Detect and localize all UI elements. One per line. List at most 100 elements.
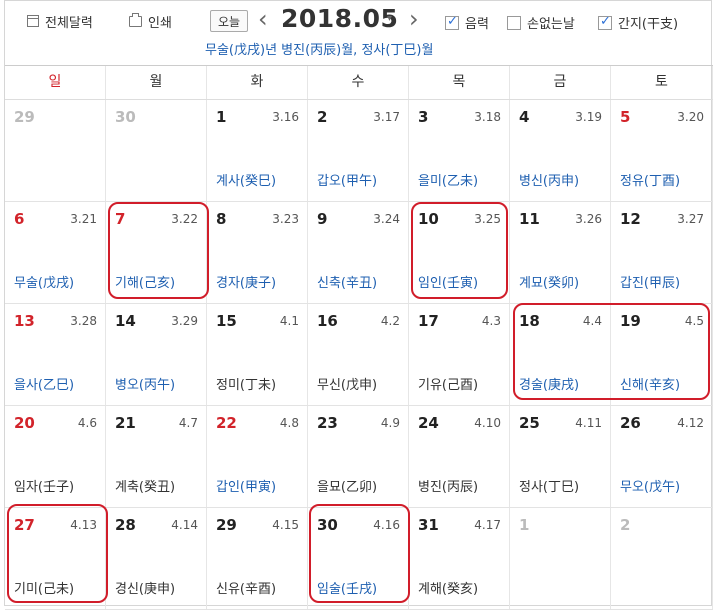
lunar-date: 3.22 xyxy=(171,212,198,226)
day-cell[interactable]: 10 3.25 임인(壬寅) xyxy=(409,202,510,303)
weekday-header: 토 xyxy=(611,66,713,99)
day-cell[interactable]: 9 3.24 신축(辛丑) xyxy=(308,202,409,303)
sonless-day-checkbox[interactable] xyxy=(507,15,521,30)
day-number: 5 xyxy=(620,108,631,126)
day-cell[interactable]: 17 4.3 기유(己酉) xyxy=(409,304,510,405)
lunar-date: 4.7 xyxy=(178,416,198,430)
day-cell[interactable]: 24 4.10 병진(丙辰) xyxy=(409,406,510,507)
lunar-date: 3.18 xyxy=(474,110,501,124)
day-cell[interactable]: 19 4.5 신해(辛亥) xyxy=(611,304,713,405)
today-button[interactable]: 오늘 xyxy=(210,10,248,32)
day-ganji: 무술(戊戌) xyxy=(14,276,75,291)
day-cell[interactable]: 13 3.28 을사(乙巳) xyxy=(5,304,106,405)
lunar-date: 3.27 xyxy=(677,212,704,226)
day-cell[interactable]: 20 4.6 임자(壬子) xyxy=(5,406,106,507)
calendar-toolbar: 전체달력 인쇄 오늘 ‹ 2018.05 ▾ › 음력 손없는날 간지(干支) … xyxy=(5,1,713,65)
day-cell[interactable]: 22 4.8 갑인(甲寅) xyxy=(207,406,308,507)
day-cell[interactable]: 12 3.27 갑진(甲辰) xyxy=(611,202,713,303)
lunar-date: 4.11 xyxy=(575,416,602,430)
day-ganji: 신해(辛亥) xyxy=(620,378,681,393)
day-cell[interactable]: 29 xyxy=(5,100,106,201)
week-row: 29 30 1 3.16 계사(癸巳) 2 3.17 갑오(甲午) 3 3.18 을미(乙未) 4 3.… xyxy=(5,100,713,202)
day-cell[interactable]: 15 4.1 정미(丁未) xyxy=(207,304,308,405)
print-button[interactable]: 인쇄 xyxy=(129,11,172,31)
day-ganji: 갑진(甲辰) xyxy=(620,276,681,291)
day-cell[interactable]: 18 4.4 경술(庚戌) xyxy=(510,304,611,405)
day-number: 7 xyxy=(115,210,126,228)
full-calendar-button[interactable]: 전체달력 xyxy=(27,11,93,31)
lunar-date: 3.21 xyxy=(70,212,97,226)
lunar-date: 3.28 xyxy=(70,314,97,328)
lunar-date: 4.1 xyxy=(279,314,299,328)
year-month-ganji-text: 무술(戊戌)년 병진(丙辰)월, 정사(丁巳)월 xyxy=(205,43,434,58)
day-ganji: 경자(庚子) xyxy=(216,276,277,291)
day-ganji: 신축(辛丑) xyxy=(317,276,378,291)
day-ganji: 무오(戊午) xyxy=(620,480,681,495)
day-number: 1 xyxy=(216,108,227,126)
lunar-date: 4.3 xyxy=(481,314,501,328)
day-cell[interactable]: 6 3.21 무술(戊戌) xyxy=(5,202,106,303)
month-dropdown-caret-icon[interactable]: ▾ xyxy=(387,13,392,24)
lunar-date: 4.10 xyxy=(474,416,501,430)
day-ganji: 신유(辛酉) xyxy=(216,582,277,597)
lunar-checkbox[interactable] xyxy=(445,14,459,30)
day-ganji: 계축(癸丑) xyxy=(115,480,176,495)
lunar-date: 3.20 xyxy=(677,110,704,124)
day-number: 19 xyxy=(620,312,641,330)
day-cell[interactable]: 31 4.17 계해(癸亥) xyxy=(409,508,510,609)
day-number: 10 xyxy=(418,210,439,228)
lunar-option[interactable]: 음력 xyxy=(445,13,489,32)
day-cell[interactable]: 27 4.13 기미(己未) xyxy=(5,508,106,609)
day-cell[interactable]: 1 3.16 계사(癸巳) xyxy=(207,100,308,201)
day-cell[interactable]: 5 3.20 정유(丁酉) xyxy=(611,100,713,201)
day-ganji: 을사(乙巳) xyxy=(14,378,75,393)
day-cell[interactable]: 29 4.15 신유(辛酉) xyxy=(207,508,308,609)
day-ganji: 임자(壬子) xyxy=(14,480,75,495)
day-cell[interactable]: 21 4.7 계축(癸丑) xyxy=(106,406,207,507)
day-cell[interactable]: 16 4.2 무신(戊申) xyxy=(308,304,409,405)
day-ganji: 무신(戊申) xyxy=(317,378,378,393)
day-cell[interactable]: 7 3.22 기해(己亥) xyxy=(106,202,207,303)
day-cell[interactable]: 28 4.14 경신(庚申) xyxy=(106,508,207,609)
lunar-date: 4.13 xyxy=(70,518,97,532)
day-cell[interactable]: 1 xyxy=(510,508,611,609)
ganji-option[interactable]: 간지(干支) xyxy=(598,13,678,32)
day-cell[interactable]: 2 3.17 갑오(甲午) xyxy=(308,100,409,201)
week-row: 27 4.13 기미(己未) 28 4.14 경신(庚申) 29 4.15 신유(辛酉) 30 4.… xyxy=(5,508,713,610)
day-ganji: 병진(丙辰) xyxy=(418,480,479,495)
day-cell[interactable]: 4 3.19 병신(丙申) xyxy=(510,100,611,201)
day-ganji: 기해(己亥) xyxy=(115,276,176,291)
sonless-day-option[interactable]: 손없는날 xyxy=(507,13,575,32)
weekday-header-row: 일월화수목금토 xyxy=(5,66,713,100)
lunar-option-label: 음력 xyxy=(465,17,489,32)
day-ganji: 경신(庚申) xyxy=(115,582,176,597)
next-month-arrow-icon[interactable]: › xyxy=(409,5,419,33)
calendar-grid: 일월화수목금토 29 30 1 3.16 계사(癸巳) 2 3.17 갑오(甲午) 3 3.18 을… xyxy=(5,65,713,610)
day-number: 29 xyxy=(216,516,237,534)
lunar-date: 3.16 xyxy=(272,110,299,124)
day-cell[interactable]: 14 3.29 병오(丙午) xyxy=(106,304,207,405)
day-number: 25 xyxy=(519,414,540,432)
day-cell[interactable]: 30 4.16 임술(壬戌) xyxy=(308,508,409,609)
day-cell[interactable]: 25 4.11 정사(丁巳) xyxy=(510,406,611,507)
day-ganji: 계해(癸亥) xyxy=(418,582,479,597)
day-cell[interactable]: 8 3.23 경자(庚子) xyxy=(207,202,308,303)
lunar-date: 3.29 xyxy=(171,314,198,328)
ganji-checkbox[interactable] xyxy=(598,14,612,30)
day-cell[interactable]: 26 4.12 무오(戊午) xyxy=(611,406,713,507)
day-cell[interactable]: 2 xyxy=(611,508,713,609)
weekday-header: 화 xyxy=(207,66,308,99)
day-ganji: 임술(壬戌) xyxy=(317,582,378,597)
day-ganji: 경술(庚戌) xyxy=(519,378,580,393)
lunar-date: 4.12 xyxy=(677,416,704,430)
day-cell[interactable]: 11 3.26 계묘(癸卯) xyxy=(510,202,611,303)
day-number: 18 xyxy=(519,312,540,330)
day-number: 15 xyxy=(216,312,237,330)
week-row: 13 3.28 을사(乙巳) 14 3.29 병오(丙午) 15 4.1 정미(丁未) 16 4.2… xyxy=(5,304,713,406)
current-month-title: 2018.05 xyxy=(281,4,399,33)
day-ganji: 기유(己酉) xyxy=(418,378,479,393)
day-cell[interactable]: 30 xyxy=(106,100,207,201)
day-cell[interactable]: 23 4.9 을묘(乙卯) xyxy=(308,406,409,507)
prev-month-arrow-icon[interactable]: ‹ xyxy=(258,5,268,33)
day-cell[interactable]: 3 3.18 을미(乙未) xyxy=(409,100,510,201)
